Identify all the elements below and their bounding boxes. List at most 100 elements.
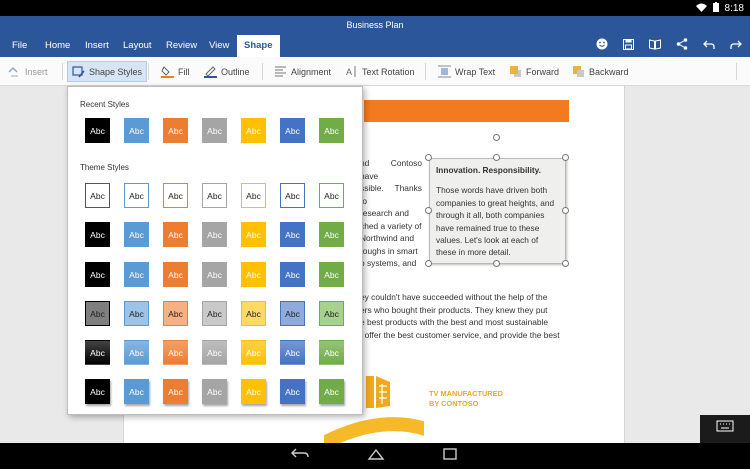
style-swatch[interactable]: Abc	[163, 222, 188, 247]
tab-home[interactable]: Home	[45, 35, 70, 57]
style-swatch[interactable]: Abc	[85, 222, 110, 247]
read-mode-icon[interactable]	[647, 38, 663, 54]
style-swatch[interactable]: Abc	[202, 222, 227, 247]
style-swatch[interactable]: Abc	[124, 183, 149, 208]
style-swatch[interactable]: Abc	[319, 301, 344, 326]
outline-button[interactable]: Outline	[200, 61, 254, 82]
style-swatch[interactable]: Abc	[319, 379, 344, 404]
backward-button[interactable]: Backward	[568, 61, 633, 82]
style-swatch[interactable]: Abc	[163, 301, 188, 326]
share-icon[interactable]	[674, 38, 690, 54]
style-swatch[interactable]: Abc	[124, 340, 149, 365]
tab-view[interactable]: View	[209, 35, 229, 57]
style-swatch[interactable]: Abc	[319, 340, 344, 365]
tab-insert[interactable]: Insert	[85, 35, 109, 57]
text-line: e best products with the best and most s…	[360, 317, 549, 327]
body-paragraph[interactable]: nd Contoso have ssible. Thanks to resear…	[360, 157, 422, 270]
style-swatch[interactable]: Abc	[85, 379, 110, 404]
body-paragraph[interactable]: ey couldn't have succeeded without the h…	[360, 291, 569, 341]
style-swatch[interactable]: Abc	[85, 301, 110, 326]
style-swatch[interactable]: Abc	[163, 340, 188, 365]
text-line: o systems, and	[360, 258, 417, 268]
resize-handle[interactable]	[425, 260, 432, 267]
clock: 8:18	[724, 3, 744, 14]
style-swatch[interactable]: Abc	[280, 301, 305, 326]
style-swatch[interactable]: Abc	[124, 262, 149, 287]
svg-text:A: A	[346, 67, 352, 77]
tab-file[interactable]: File	[12, 35, 27, 57]
rotate-handle[interactable]	[493, 134, 500, 141]
style-swatch[interactable]: Abc	[202, 183, 227, 208]
style-swatch[interactable]: Abc	[319, 183, 344, 208]
menu-bar: File Home Insert Layout Review View Shap…	[0, 35, 750, 57]
style-swatch[interactable]: Abc	[241, 379, 266, 404]
fill-button[interactable]: Fill	[157, 61, 194, 82]
resize-handle[interactable]	[425, 207, 432, 214]
style-swatch[interactable]: Abc	[241, 222, 266, 247]
resize-handle[interactable]	[562, 207, 569, 214]
wrap-text-button[interactable]: Wrap Text	[434, 61, 499, 82]
document-title: Business Plan	[0, 16, 750, 35]
tab-review[interactable]: Review	[166, 35, 197, 57]
style-swatch[interactable]: Abc	[241, 118, 266, 143]
style-swatch[interactable]: Abc	[241, 301, 266, 326]
style-swatch[interactable]: Abc	[319, 262, 344, 287]
style-swatch[interactable]: Abc	[163, 379, 188, 404]
outline-pen-icon	[204, 65, 217, 78]
undo-icon[interactable]	[701, 38, 717, 54]
text-line: , offer the best customer service, and p…	[360, 329, 560, 340]
style-swatch[interactable]: Abc	[163, 183, 188, 208]
text-rotation-button[interactable]: A Text Rotation	[341, 61, 419, 82]
insert-label: Insert	[25, 66, 48, 77]
insert-shape-icon	[8, 65, 21, 78]
style-swatch[interactable]: Abc	[124, 118, 149, 143]
keyboard-button[interactable]	[700, 415, 750, 443]
style-swatch[interactable]: Abc	[202, 262, 227, 287]
style-swatch[interactable]: Abc	[280, 340, 305, 365]
style-swatch[interactable]: Abc	[85, 183, 110, 208]
resize-handle[interactable]	[493, 260, 500, 267]
style-swatch[interactable]: Abc	[202, 118, 227, 143]
forward-button[interactable]: Forward	[505, 61, 563, 82]
style-swatch[interactable]: Abc	[241, 262, 266, 287]
style-swatch[interactable]: Abc	[280, 379, 305, 404]
style-swatch[interactable]: Abc	[85, 340, 110, 365]
style-swatch[interactable]: Abc	[124, 379, 149, 404]
alignment-button[interactable]: Alignment	[270, 61, 335, 82]
style-swatch[interactable]: Abc	[202, 379, 227, 404]
callout-shape[interactable]: Innovation. Responsibility. Those words …	[429, 158, 566, 264]
home-icon[interactable]	[364, 447, 388, 464]
resize-handle[interactable]	[562, 260, 569, 267]
style-swatch[interactable]: Abc	[280, 262, 305, 287]
style-swatch[interactable]: Abc	[124, 301, 149, 326]
style-swatch[interactable]: Abc	[319, 222, 344, 247]
style-swatch[interactable]: Abc	[163, 118, 188, 143]
resize-handle[interactable]	[562, 154, 569, 161]
resize-handle[interactable]	[493, 154, 500, 161]
style-swatch[interactable]: Abc	[319, 118, 344, 143]
shape-styles-button[interactable]: Shape Styles	[67, 61, 148, 82]
smiley-icon[interactable]	[594, 38, 610, 54]
tab-shape[interactable]: Shape	[237, 35, 280, 57]
back-icon[interactable]	[288, 447, 312, 464]
insert-button[interactable]: Insert	[4, 61, 52, 82]
tab-layout[interactable]: Layout	[123, 35, 152, 57]
style-swatch[interactable]: Abc	[124, 222, 149, 247]
style-swatch[interactable]: Abc	[85, 262, 110, 287]
recent-apps-icon[interactable]	[438, 447, 462, 464]
style-swatch[interactable]: Abc	[85, 118, 110, 143]
style-swatch[interactable]: Abc	[163, 262, 188, 287]
save-icon[interactable]	[620, 38, 636, 54]
text-line: research and	[360, 208, 409, 218]
resize-handle[interactable]	[425, 154, 432, 161]
style-swatch[interactable]: Abc	[241, 183, 266, 208]
style-swatch[interactable]: Abc	[280, 183, 305, 208]
redo-icon[interactable]	[728, 38, 744, 54]
style-swatch[interactable]: Abc	[202, 301, 227, 326]
recent-styles-heading: Recent Styles	[80, 100, 130, 109]
style-swatch[interactable]: Abc	[280, 222, 305, 247]
text-line: Northwind and	[360, 233, 415, 243]
style-swatch[interactable]: Abc	[280, 118, 305, 143]
style-swatch[interactable]: Abc	[241, 340, 266, 365]
style-swatch[interactable]: Abc	[202, 340, 227, 365]
